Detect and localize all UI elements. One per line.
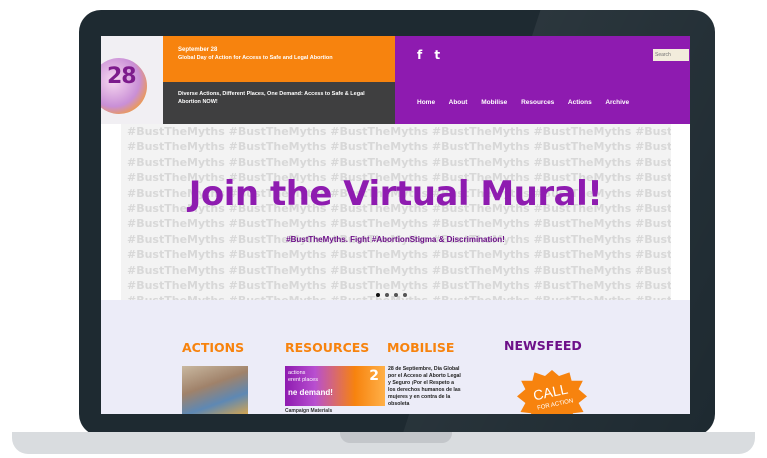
newsfeed-title: NEWSFEED <box>504 338 582 353</box>
slider-dot[interactable] <box>394 293 398 297</box>
resources-thumb-number: 2 <box>369 368 379 384</box>
social-links: f t <box>417 48 448 62</box>
slogan-banner: Diverse Actions, Different Places, One D… <box>163 82 395 124</box>
content-columns: ACTIONS RESOURCES MOBILISE NEWSFEED acti… <box>101 300 690 414</box>
date-banner: September 28 Global Day of Action for Ac… <box>163 36 395 82</box>
resources-thumb-line3: ne demand! <box>288 388 333 397</box>
myth-row: #BustTheMyths #BustTheMyths #BustTheMyth… <box>127 217 671 231</box>
nav-item-mobilise[interactable]: Mobilise <box>481 99 507 106</box>
resources-title[interactable]: RESOURCES <box>285 340 369 355</box>
nav-header: f t Home About Mobilise Resources Action… <box>395 36 690 124</box>
campaign-slogan: Diverse Actions, Different Places, One D… <box>178 91 365 105</box>
myth-row: #BustTheMyths #BustTheMyths #BustTheMyth… <box>127 263 671 277</box>
actions-thumbnail[interactable] <box>182 366 248 414</box>
main-nav: Home About Mobilise Resources Actions Ar… <box>417 99 641 106</box>
search-input[interactable] <box>653 49 689 61</box>
call-for-action-badge[interactable]: CALL FOR ACTION <box>517 370 587 414</box>
nav-item-home[interactable]: Home <box>417 99 435 106</box>
myth-row: #BustTheMyths #BustTheMyths #BustTheMyth… <box>127 140 671 154</box>
myth-row: #BustTheMyths #BustTheMyths #BustTheMyth… <box>127 155 671 169</box>
website-screen: 28 September 28 Global Day of Action for… <box>101 36 690 414</box>
nav-item-actions[interactable]: Actions <box>568 99 592 106</box>
date-line: September 28 <box>178 47 218 53</box>
logo-number: 28 <box>107 64 137 89</box>
actions-title[interactable]: ACTIONS <box>182 340 244 355</box>
resources-thumb-line1: actions <box>288 370 306 376</box>
resources-caption[interactable]: Campaign Materials <box>285 408 332 414</box>
nav-item-about[interactable]: About <box>449 99 468 106</box>
nav-item-resources[interactable]: Resources <box>521 99 554 106</box>
slider-dot[interactable] <box>403 293 407 297</box>
facebook-icon[interactable]: f <box>417 48 422 62</box>
laptop-notch <box>340 432 452 443</box>
myth-row: #BustTheMyths #BustTheMyths #BustTheMyth… <box>127 248 671 262</box>
resources-thumbnail[interactable]: actions erent places ne demand! 2 <box>285 366 385 406</box>
hero-headline: Join the Virtual Mural! <box>188 174 603 214</box>
campaign-tagline: Global Day of Action for Access to Safe … <box>178 55 333 61</box>
mobilise-excerpt[interactable]: 28 de Septiembre, Día Global por el Acce… <box>388 366 462 409</box>
twitter-icon[interactable]: t <box>434 48 440 62</box>
hero-subline: #BustTheMyths. Fight #AbortionStigma & D… <box>286 235 505 244</box>
myth-row: #BustTheMyths #BustTheMyths #BustTheMyth… <box>127 125 671 138</box>
laptop-mockup: 28 September 28 Global Day of Action for… <box>0 0 767 458</box>
resources-thumb-line2: erent places <box>288 377 318 383</box>
site-logo[interactable]: 28 <box>101 36 163 124</box>
slider-dot[interactable] <box>376 293 380 297</box>
mobilise-title[interactable]: MOBILISE <box>387 340 454 355</box>
hero-slider[interactable]: #BustTheMyths #BustTheMyths #BustTheMyth… <box>101 124 690 300</box>
slider-dot[interactable] <box>385 293 389 297</box>
nav-item-archive[interactable]: Archive <box>605 99 629 106</box>
